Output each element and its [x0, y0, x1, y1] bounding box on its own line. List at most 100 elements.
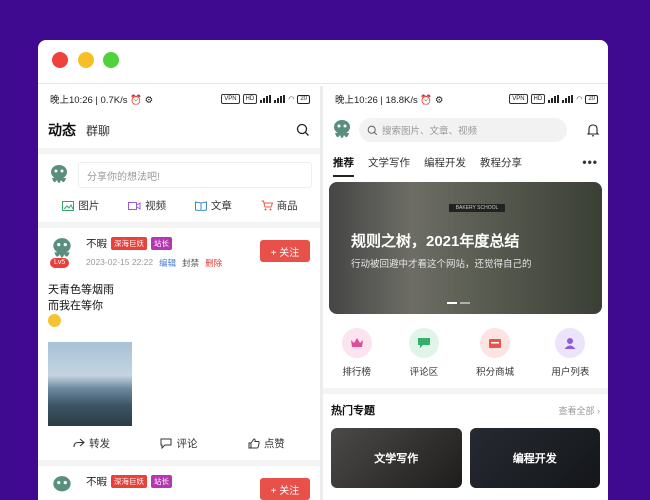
cart-icon	[261, 200, 273, 211]
status-bar: 晚上10:26 | 18.8K/s ⏰ ⚙ VPN HD ◠ 20	[323, 86, 608, 112]
view-all-label: 查看全部	[558, 405, 595, 416]
bell-icon[interactable]	[586, 123, 600, 137]
maximize-window-button[interactable]	[103, 52, 119, 68]
signal-icon	[548, 95, 560, 103]
banner-title: 规则之树，2021年度总结	[351, 233, 520, 250]
delete-link[interactable]: 删除	[205, 257, 222, 269]
status-speed: 0.7K/s	[100, 95, 128, 106]
discover-screen: 晚上10:26 | 18.8K/s ⏰ ⚙ VPN HD ◠ 20 搜索图片、文…	[323, 86, 608, 500]
ranking-label: 排行榜	[342, 367, 371, 378]
carousel-indicator	[447, 302, 470, 304]
post-author[interactable]: 不暇	[86, 236, 107, 251]
goods-action-label: 商品	[276, 200, 298, 212]
follow-button[interactable]: + 关注	[260, 240, 310, 262]
post-line: 而我在等你	[48, 300, 103, 312]
edit-link[interactable]: 编辑	[159, 257, 176, 269]
article-action-button[interactable]: 文章	[194, 198, 232, 213]
tab-group-chat[interactable]: 群聊	[86, 122, 110, 139]
wifi-icon: ◠	[288, 96, 295, 103]
status-bar: 晚上10:26 | 0.7K/s ⏰ ⚙ VPN HD ◠ 20	[38, 86, 320, 112]
comment-button[interactable]: 评论	[160, 436, 197, 451]
goods-action-button[interactable]: 商品	[261, 198, 298, 213]
role-badge: 站长	[151, 475, 172, 488]
crown-icon	[341, 328, 372, 358]
follow-button[interactable]: + 关注	[260, 478, 310, 500]
hd-icon: HD	[242, 94, 258, 104]
post-content: 天青色等烟雨 而我在等你	[48, 282, 310, 332]
minimize-window-button[interactable]	[78, 52, 94, 68]
battery-icon: 20	[585, 94, 598, 104]
vpn-icon: VPN	[509, 94, 528, 104]
users-label: 用户列表	[551, 367, 590, 378]
avatar[interactable]	[48, 474, 78, 500]
app-window: 晚上10:26 | 0.7K/s ⏰ ⚙ VPN HD ◠ 20 动态 群聊 分…	[38, 40, 608, 500]
comments-entry[interactable]: 评论区	[408, 328, 439, 378]
post-actions: 转发 评论 点赞	[48, 426, 310, 460]
smile-emoji-icon	[48, 314, 61, 327]
image-action-label: 图片	[78, 200, 100, 212]
vpn-icon: VPN	[221, 94, 240, 104]
title-badge: 深海巨妖	[111, 475, 147, 488]
video-icon	[128, 201, 141, 210]
tab-programming[interactable]: 编程开发	[424, 155, 466, 170]
view-all-link[interactable]: 查看全部 ›	[558, 404, 600, 417]
mascot-logo	[334, 120, 350, 138]
feed-screen: 晚上10:26 | 0.7K/s ⏰ ⚙ VPN HD ◠ 20 动态 群聊 分…	[38, 86, 320, 500]
chevron-right-icon: ›	[597, 405, 600, 416]
hd-icon: HD	[530, 94, 546, 104]
share-button[interactable]: 转发	[73, 436, 110, 451]
ban-link[interactable]: 封禁	[182, 257, 199, 269]
signal2-icon	[562, 95, 574, 103]
tab-recommend[interactable]: 推荐	[333, 155, 354, 177]
status-icons: VPN HD ◠ 20	[221, 94, 310, 104]
like-label: 点赞	[263, 437, 285, 450]
post-author[interactable]: 不暇	[86, 474, 107, 489]
more-icon[interactable]: •••	[582, 155, 598, 169]
close-window-button[interactable]	[52, 52, 68, 68]
quick-entry-grid: 排行榜 评论区 积分商城 用户列表	[323, 314, 608, 388]
signal2-icon	[274, 95, 286, 103]
search-input[interactable]: 搜索图片、文章、视频	[359, 118, 567, 142]
feed-header: 动态 群聊	[38, 112, 320, 148]
signal-icon	[260, 95, 272, 103]
discover-header: 搜索图片、文章、视频	[323, 112, 608, 148]
like-button[interactable]: 点赞	[248, 436, 285, 451]
avatar[interactable]: Lv5	[48, 236, 78, 272]
search-icon[interactable]	[296, 123, 310, 137]
wifi-icon: ◠	[576, 96, 583, 103]
tab-writing[interactable]: 文学写作	[368, 155, 410, 170]
status-icons: VPN HD ◠ 20	[509, 94, 598, 104]
chat-icon	[408, 328, 439, 358]
search-placeholder: 搜索图片、文章、视频	[382, 126, 478, 137]
mascot-icon	[53, 476, 71, 492]
status-time-speed: 晚上10:26 | 0.7K/s ⏰ ⚙	[50, 95, 154, 106]
post-image[interactable]	[48, 342, 132, 426]
share-label: 转发	[89, 437, 111, 450]
window-titlebar	[38, 40, 608, 84]
users-entry[interactable]: 用户列表	[551, 328, 589, 378]
ranking-entry[interactable]: 排行榜	[341, 328, 372, 378]
comments-label: 评论区	[409, 367, 439, 378]
hot-topics: 热门专题 查看全部 › 文学写作 编程开发	[323, 394, 608, 500]
banner-subtitle: 行动被回避中才看这个网站，还觉得自己的	[351, 259, 532, 270]
compose-input[interactable]: 分享你的想法吧!	[78, 162, 312, 188]
video-action-button[interactable]: 视频	[128, 198, 166, 213]
banner-shop-sign: BAKERY SCHOOL	[449, 204, 505, 212]
tab-tutorials[interactable]: 教程分享	[480, 155, 522, 170]
role-badge: 站长	[151, 237, 172, 250]
topic-card-writing[interactable]: 文学写作	[331, 428, 462, 488]
video-action-label: 视频	[145, 200, 167, 212]
status-time-speed: 晚上10:26 | 18.8K/s ⏰ ⚙	[335, 95, 444, 106]
tab-feed[interactable]: 动态	[48, 120, 76, 140]
mascot-avatar	[51, 165, 67, 183]
banner-carousel[interactable]: BAKERY SCHOOL 规则之树，2021年度总结 行动被回避中才看这个网站…	[329, 182, 602, 314]
battery-icon: 20	[297, 94, 310, 104]
shop-entry[interactable]: 积分商城	[476, 328, 514, 378]
image-action-button[interactable]: 图片	[62, 198, 99, 213]
level-badge: Lv5	[50, 258, 70, 268]
share-icon	[73, 438, 85, 448]
topic-card-programming[interactable]: 编程开发	[469, 428, 600, 488]
image-icon	[62, 200, 75, 211]
book-icon	[194, 200, 207, 211]
user-icon	[555, 328, 586, 358]
